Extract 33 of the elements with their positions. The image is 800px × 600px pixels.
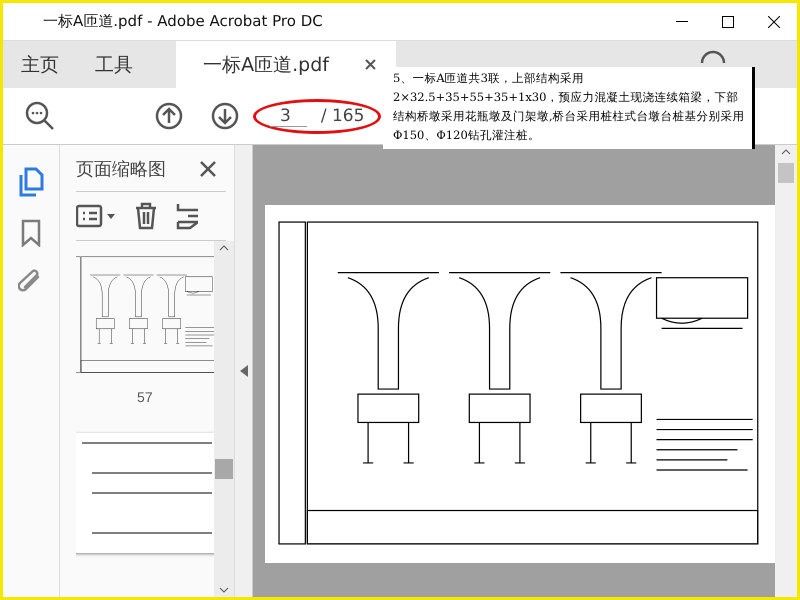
close-icon xyxy=(768,16,780,28)
help-icon[interactable] xyxy=(699,49,727,63)
crop-pages-icon[interactable] xyxy=(176,202,198,230)
scrollbar[interactable] xyxy=(214,241,234,597)
close-icon[interactable] xyxy=(365,59,376,70)
tab[interactable]: 主页 xyxy=(3,41,77,88)
pages-icon xyxy=(18,167,44,197)
list-options-icon[interactable] xyxy=(76,204,116,228)
collapse-arrow-icon[interactable] xyxy=(240,365,248,377)
sidebar-tool-button[interactable] xyxy=(20,219,41,247)
note-text: 5、一标A匝道共3联，上部结构采用2×32.5+35+55+35+1x30，预应力混凝土现浇连续箱梁，下部结构桥墩采用花瓶墩及门架墩,桥台采用桩柱式台墩台桩基分别采用Φ150、Φ120钻孔灌注桩。 xyxy=(383,67,755,149)
panel-title: 页面缩略图 xyxy=(76,158,166,181)
tab[interactable]: 工具 xyxy=(77,41,151,88)
caret-down-icon[interactable] xyxy=(218,587,229,593)
scrollbar[interactable] xyxy=(775,145,797,597)
close-icon[interactable] xyxy=(200,161,216,177)
trash-icon[interactable] xyxy=(134,202,158,230)
page-total: / 165 xyxy=(320,106,364,126)
sidebar-tool-button[interactable] xyxy=(18,167,44,197)
window-title: 一标A匝道.pdf - Adobe Acrobat Pro DC xyxy=(43,12,324,31)
bookmark-icon xyxy=(20,219,41,247)
scrollbar-thumb[interactable] xyxy=(214,459,233,479)
search-icon[interactable] xyxy=(25,101,55,131)
caret-up-icon[interactable] xyxy=(781,149,792,155)
page-number-field[interactable]: 3 xyxy=(270,106,307,126)
arrow-down-circle-icon[interactable] xyxy=(211,102,239,130)
caret-up-icon[interactable] xyxy=(218,245,229,251)
maximize-icon xyxy=(722,16,734,28)
arrow-up-circle-icon[interactable] xyxy=(155,102,183,130)
minimize-icon xyxy=(676,20,688,22)
scrollbar-thumb[interactable] xyxy=(778,163,794,183)
page-thumbnail[interactable]: 57 xyxy=(76,255,214,405)
thumbnail-drawing[interactable] xyxy=(76,433,214,553)
